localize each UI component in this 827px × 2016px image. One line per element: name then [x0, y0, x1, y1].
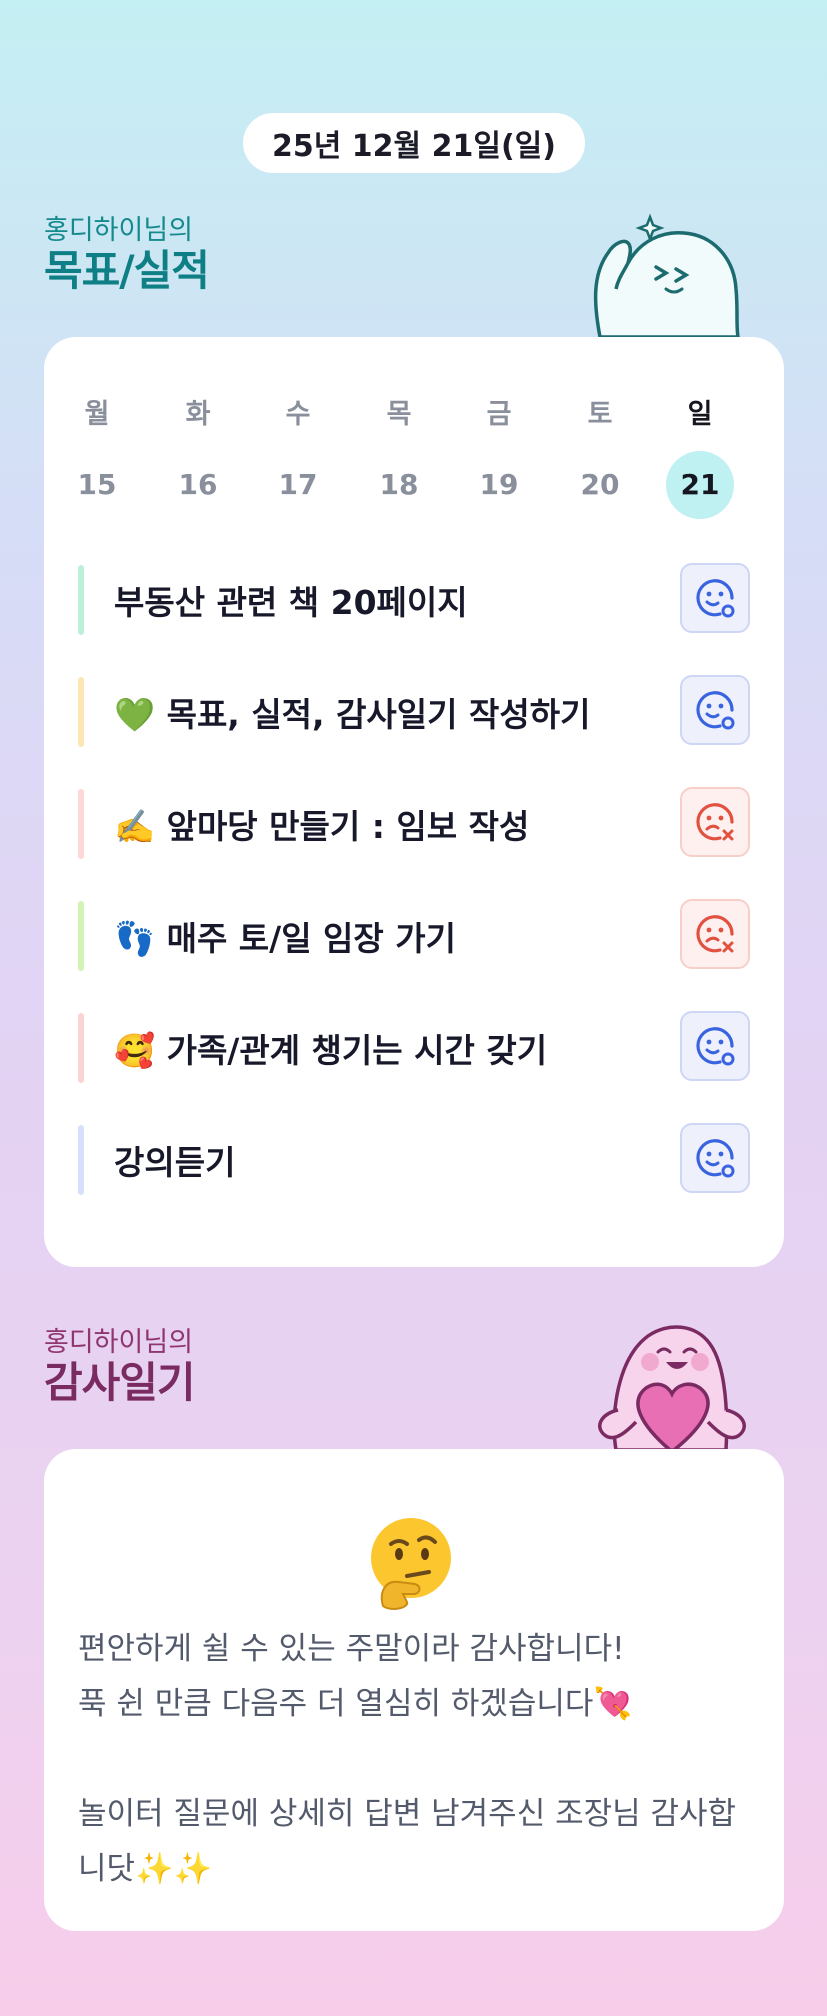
day-name: 토: [587, 399, 613, 430]
goal-status-button[interactable]: [680, 563, 750, 633]
goal-text: 부동산 관련 책 20페이지: [114, 583, 468, 622]
goal-status-button[interactable]: [680, 1011, 750, 1081]
goal-status-button[interactable]: [680, 1123, 750, 1193]
day-number: 21: [666, 451, 734, 519]
goal-item[interactable]: ✍️ 앞마당 만들기 : 임보 작성: [78, 787, 750, 859]
day-wed[interactable]: 수 17: [263, 395, 333, 505]
sad-x-icon: [696, 803, 734, 841]
goal-item[interactable]: 부동산 관련 책 20페이지: [78, 563, 750, 635]
goal-text: 🥰 가족/관계 챙기는 시간 갖기: [114, 1031, 548, 1070]
gratitude-text: 편안하게 쉴 수 있는 주말이라 감사합니다! 푹 쉰 만큼 다음주 더 열심히…: [78, 1631, 737, 1887]
goal-color-bar: [78, 565, 84, 635]
goal-item[interactable]: 🥰 가족/관계 챙기는 시간 갖기: [78, 1011, 750, 1083]
day-number: 20: [580, 468, 620, 501]
smile-check-icon: [696, 579, 735, 618]
goal-text: 👣 매주 토/일 임장 가기: [114, 919, 456, 958]
day-number: 16: [178, 468, 218, 501]
ghost-mascot-icon: [593, 213, 740, 337]
date-pill: 25년 12월 21일(일): [243, 113, 585, 173]
day-number: 17: [278, 468, 318, 501]
goal-color-bar: [78, 677, 84, 747]
goal-color-bar: [78, 789, 84, 859]
day-name: 금: [486, 399, 512, 430]
day-fri[interactable]: 금 19: [464, 395, 534, 505]
goal-status-button[interactable]: [680, 899, 750, 969]
sad-x-icon: [696, 915, 734, 953]
thinking-face-icon: [371, 1518, 451, 1610]
day-sun-selected[interactable]: 일 21: [665, 395, 735, 519]
goal-status-button[interactable]: [680, 675, 750, 745]
goal-item[interactable]: 💚 목표, 실적, 감사일기 작성하기: [78, 675, 750, 747]
goals-section-label: 홍디하이님의 목표/실적: [44, 215, 210, 295]
day-tue[interactable]: 화 16: [163, 395, 233, 505]
day-number: 19: [479, 468, 519, 501]
day-number: 15: [77, 468, 117, 501]
gratitude-owner-label: 홍디하이님의: [44, 1327, 194, 1358]
goal-text: ✍️ 앞마당 만들기 : 임보 작성: [114, 807, 530, 846]
goals-title: 목표/실적: [44, 246, 210, 295]
smile-check-icon: [696, 1027, 735, 1066]
day-sat[interactable]: 토 20: [565, 395, 635, 505]
goal-text: 강의듣기: [114, 1143, 236, 1182]
day-name: 화: [185, 399, 211, 430]
gratitude-title: 감사일기: [44, 1358, 196, 1407]
goal-item[interactable]: 👣 매주 토/일 임장 가기: [78, 899, 750, 971]
goal-item[interactable]: 강의듣기: [78, 1123, 750, 1195]
goal-text: 💚 목표, 실적, 감사일기 작성하기: [114, 695, 591, 734]
day-mon[interactable]: 월 15: [62, 395, 132, 505]
goal-color-bar: [78, 1125, 84, 1195]
smile-check-icon: [696, 1139, 735, 1178]
day-name: 목: [386, 399, 412, 430]
goal-status-button[interactable]: [680, 787, 750, 857]
day-number: 18: [379, 468, 419, 501]
goal-color-bar: [78, 1013, 84, 1083]
smile-check-icon: [696, 691, 735, 730]
day-thu[interactable]: 목 18: [364, 395, 434, 505]
date-text: 25년 12월 21일(일): [272, 129, 556, 164]
goals-owner-label: 홍디하이님의: [44, 215, 194, 246]
goal-color-bar: [78, 901, 84, 971]
day-name: 월: [84, 399, 110, 430]
gratitude-section-label: 홍디하이님의 감사일기: [44, 1327, 196, 1407]
day-name: 일: [687, 399, 713, 430]
heart-mascot-icon: [598, 1325, 746, 1450]
day-name: 수: [285, 399, 311, 430]
